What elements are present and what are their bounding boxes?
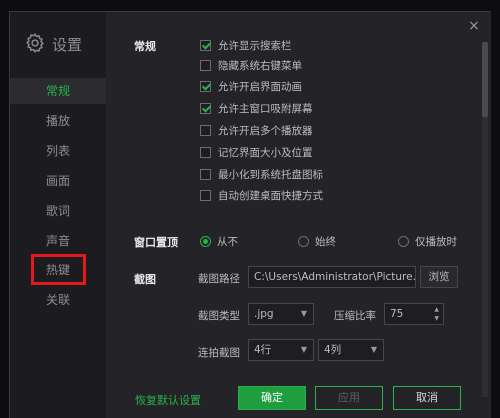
burst-cols-value: 4列 [324, 344, 342, 356]
cancel-button[interactable]: 取消 [393, 386, 461, 410]
radio-always[interactable]: 始终 [298, 234, 336, 248]
compression-ratio-value: 75 [390, 308, 404, 320]
checkbox[interactable] [200, 124, 211, 136]
sidebar-item-playback[interactable]: 播放 [10, 108, 106, 134]
radio-button[interactable] [200, 235, 211, 247]
screenshot-path-input[interactable]: C:\Users\Administrator\Picture...\ [248, 266, 416, 288]
screenshot-type-select[interactable]: .jpg ▼ [248, 303, 314, 325]
checkbox[interactable] [200, 80, 211, 92]
sidebar-item-audio[interactable]: 声音 [10, 228, 106, 254]
window-top-section-label: 窗口置顶 [134, 236, 178, 249]
sidebar-item-general[interactable]: 常规 [10, 78, 106, 104]
radio-label: 从不 [217, 235, 238, 248]
checkbox[interactable] [200, 102, 211, 114]
sidebar-item-associations[interactable]: 关联 [10, 287, 106, 313]
option-label: 自动创建桌面快捷方式 [218, 189, 323, 202]
sidebar: 设置 常规 播放 列表 画面 歌词 声音 热键 关联 [10, 12, 106, 418]
scrollbar[interactable] [482, 42, 488, 397]
option-label: 记忆界面大小及位置 [218, 146, 313, 159]
option-label: 允许主窗口吸附屏幕 [218, 102, 313, 115]
apply-button[interactable]: 应用 [315, 386, 383, 410]
radio-never[interactable]: 从不 [200, 234, 238, 248]
chevron-down-icon: ▼ [300, 309, 307, 318]
chevron-down-icon: ▼ [370, 345, 377, 354]
chevron-down-icon: ▼ [300, 345, 307, 354]
option-snap-to-screen[interactable]: 允许主窗口吸附屏幕 [200, 101, 313, 115]
option-minimize-to-tray[interactable]: 最小化到系统托盘图标 [200, 167, 323, 181]
general-section-label: 常规 [134, 40, 156, 53]
screenshot-type-value: .jpg [254, 308, 274, 320]
highlight-box [31, 254, 86, 285]
option-label: 隐藏系统右键菜单 [218, 59, 302, 72]
checkbox[interactable] [200, 39, 211, 51]
option-hide-context-menu[interactable]: 隐藏系统右键菜单 [200, 58, 302, 72]
browse-button[interactable]: 浏览 [420, 266, 458, 288]
burst-rows-select[interactable]: 4行 ▼ [248, 339, 314, 361]
radio-button[interactable] [298, 235, 309, 247]
checkbox[interactable] [200, 189, 211, 201]
option-label: 允许开启多个播放器 [218, 124, 313, 137]
sidebar-item-playlist[interactable]: 列表 [10, 138, 106, 164]
option-desktop-shortcut[interactable]: 自动创建桌面快捷方式 [200, 188, 323, 202]
compression-ratio-stepper[interactable]: 75 ▲ ▼ [384, 303, 444, 325]
checkbox[interactable] [200, 168, 211, 180]
option-label: 允许开启界面动画 [218, 80, 302, 93]
option-remember-size[interactable]: 记忆界面大小及位置 [200, 145, 313, 159]
restore-defaults-link[interactable]: 恢复默认设置 [135, 392, 201, 408]
sidebar-header: 设置 [24, 32, 82, 56]
option-multiple-players[interactable]: 允许开启多个播放器 [200, 123, 313, 137]
scrollbar-thumb[interactable] [482, 42, 488, 117]
option-ui-animation[interactable]: 允许开启界面动画 [200, 79, 302, 93]
compression-ratio-label: 压缩比率 [334, 310, 376, 322]
gear-icon [24, 32, 46, 57]
burst-screenshot-label: 连拍截图 [198, 347, 240, 359]
option-show-search-bar[interactable]: 允许显示搜索栏 [200, 38, 292, 52]
radio-button[interactable] [398, 235, 409, 247]
option-label: 最小化到系统托盘图标 [218, 168, 323, 181]
checkbox[interactable] [200, 146, 211, 158]
radio-label: 始终 [315, 235, 336, 248]
screenshot-section-label: 截图 [134, 273, 156, 286]
burst-cols-select[interactable]: 4列 ▼ [318, 339, 384, 361]
sidebar-item-video[interactable]: 画面 [10, 168, 106, 194]
burst-rows-value: 4行 [254, 344, 272, 356]
sidebar-item-lyrics[interactable]: 歌词 [10, 198, 106, 224]
close-icon[interactable]: × [467, 19, 481, 33]
stepper-arrows-icon[interactable]: ▲ ▼ [434, 305, 439, 323]
settings-window: 设置 常规 播放 列表 画面 歌词 声音 热键 关联 × 常规 允许显示搜索栏 … [9, 11, 491, 418]
radio-label: 仅播放时 [415, 235, 457, 248]
radio-while-playing[interactable]: 仅播放时 [398, 234, 457, 248]
checkbox[interactable] [200, 59, 211, 71]
ok-button[interactable]: 确定 [238, 386, 306, 410]
screenshot-path-label: 截图路径 [198, 273, 240, 285]
option-label: 允许显示搜索栏 [218, 39, 292, 52]
screenshot-type-label: 截图类型 [198, 310, 240, 322]
sidebar-title: 设置 [52, 35, 83, 54]
